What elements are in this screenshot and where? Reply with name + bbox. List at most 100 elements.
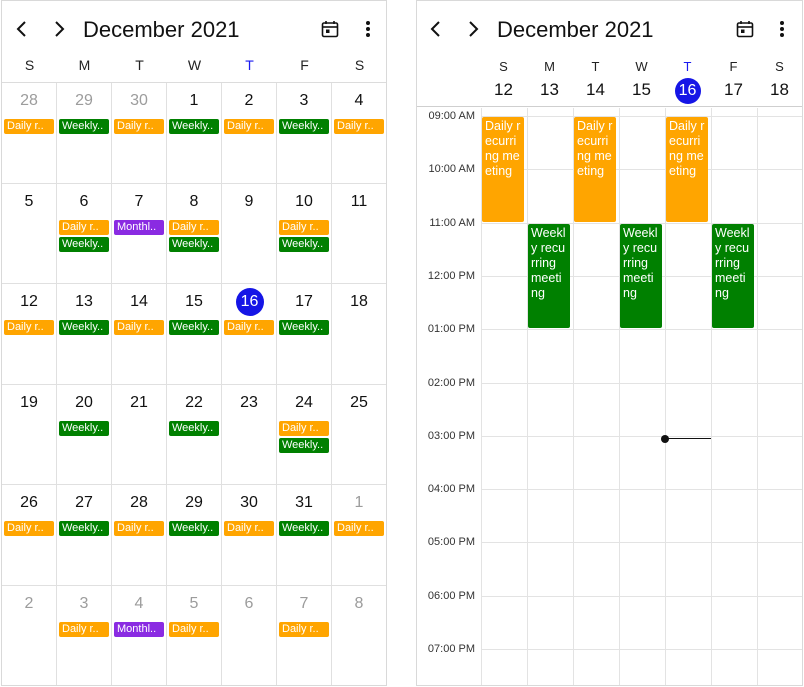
- daily-event-chip[interactable]: Daily r..: [279, 420, 329, 436]
- month-day-cell[interactable]: 15 Weekly..: [167, 284, 222, 385]
- month-day-cell[interactable]: 11: [332, 184, 386, 284]
- daily-event-chip[interactable]: Daily r..: [4, 119, 54, 134]
- month-day-cell[interactable]: 20 Weekly..: [57, 384, 112, 485]
- month-day-cell[interactable]: 27 Weekly..: [57, 485, 112, 586]
- month-day-cell[interactable]: 29 Weekly..: [167, 485, 222, 586]
- weekly-event-chip[interactable]: Weekly..: [169, 119, 219, 134]
- month-day-cell[interactable]: 8: [332, 586, 386, 686]
- daily-event-chip[interactable]: Daily r..: [114, 521, 164, 536]
- month-day-cell[interactable]: 29 Weekly..: [57, 83, 112, 184]
- daily-event-chip[interactable]: Daily r..: [224, 119, 274, 134]
- daily-event-chip[interactable]: Daily r..: [279, 621, 329, 637]
- weekly-event-chip[interactable]: Weekly..: [169, 320, 219, 335]
- month-day-cell[interactable]: 30 Daily r..: [112, 83, 167, 184]
- daily-event-chip[interactable]: Daily r..: [169, 219, 219, 235]
- weekly-event-chip[interactable]: Weekly..: [279, 236, 329, 252]
- month-day-cell[interactable]: 30 Daily r..: [222, 485, 277, 586]
- month-day-cell[interactable]: 7 Daily r..: [277, 585, 332, 685]
- week-day-header-16[interactable]: T 16: [665, 55, 710, 107]
- weekly-event-chip[interactable]: Weekly..: [59, 236, 109, 252]
- weekly-event-chip[interactable]: Weekly..: [279, 320, 329, 335]
- month-day-cell[interactable]: 10 Daily r.. Weekly..: [277, 183, 332, 284]
- weekly-event-chip[interactable]: Weekly..: [59, 521, 109, 536]
- weekly-event-chip[interactable]: Weekly..: [169, 521, 219, 536]
- weekly-event-chip[interactable]: Weekly..: [59, 119, 109, 134]
- more-options-button[interactable]: [771, 17, 793, 41]
- month-day-cell[interactable]: 25: [332, 385, 386, 485]
- monthly-event-chip[interactable]: Monthl..: [114, 621, 164, 637]
- daily-event-chip[interactable]: Daily r..: [59, 219, 109, 235]
- daily-event-chip[interactable]: Daily r..: [224, 521, 274, 536]
- month-day-cell[interactable]: 12 Daily r..: [2, 284, 57, 385]
- month-day-cell[interactable]: 28 Daily r..: [112, 485, 167, 586]
- month-day-cell[interactable]: 13 Weekly..: [57, 284, 112, 385]
- week-day-header-18[interactable]: S 18: [757, 55, 802, 107]
- weekly-event-chip[interactable]: Weekly..: [169, 236, 219, 252]
- today-button[interactable]: [734, 17, 756, 41]
- month-day-cell[interactable]: 22 Weekly..: [167, 384, 222, 485]
- daily-event-chip[interactable]: Daily r..: [224, 320, 274, 335]
- month-day-cell[interactable]: 19: [2, 384, 57, 485]
- daily-event-chip[interactable]: Daily r..: [59, 621, 109, 637]
- month-day-cell[interactable]: 1616Daily r..: [222, 284, 277, 385]
- daily-event-chip[interactable]: Daily r..: [4, 521, 54, 536]
- daily-event-chip[interactable]: Daily r..: [279, 219, 329, 235]
- month-day-cell[interactable]: 6: [222, 585, 277, 685]
- daily-event-chip[interactable]: Daily r..: [169, 621, 219, 637]
- week-day-header-13[interactable]: M 13: [527, 55, 572, 107]
- weekly-recurring-meeting-event[interactable]: Weekly recurring meeting: [528, 223, 570, 329]
- month-day-cell[interactable]: 8 Daily r.. Weekly..: [167, 183, 222, 284]
- weekly-event-chip[interactable]: Weekly..: [169, 420, 219, 436]
- next-week-button[interactable]: [460, 15, 486, 43]
- month-title[interactable]: December 2021: [83, 16, 240, 44]
- month-day-cell[interactable]: 23: [222, 384, 277, 485]
- previous-week-button[interactable]: [423, 15, 449, 43]
- month-day-cell[interactable]: 21: [112, 384, 167, 485]
- week-day-header-14[interactable]: T 14: [573, 55, 618, 107]
- month-day-cell[interactable]: 1 Daily r..: [332, 485, 386, 586]
- previous-month-button[interactable]: [9, 15, 35, 43]
- month-day-cell[interactable]: 6 Daily r.. Weekly..: [57, 183, 112, 284]
- month-day-cell[interactable]: 7 Monthl..: [112, 183, 167, 284]
- month-day-cell[interactable]: 4 Monthl..: [112, 585, 167, 685]
- week-day-header-15[interactable]: W 15: [619, 55, 664, 107]
- weekly-event-chip[interactable]: Weekly..: [279, 521, 329, 536]
- weekly-event-chip[interactable]: Weekly..: [279, 437, 329, 453]
- weekly-event-chip[interactable]: Weekly..: [279, 119, 329, 134]
- daily-event-chip[interactable]: Daily r..: [334, 521, 384, 536]
- today-button[interactable]: [319, 17, 341, 41]
- daily-recurring-meeting-event[interactable]: Daily recurring meeting: [574, 117, 616, 222]
- month-day-cell[interactable]: 4 Daily r..: [332, 83, 386, 184]
- next-month-button[interactable]: [46, 15, 72, 43]
- daily-event-chip[interactable]: Daily r..: [4, 320, 54, 335]
- week-day-header-17[interactable]: F 17: [711, 55, 756, 107]
- month-day-cell[interactable]: 2 Daily r..: [222, 83, 277, 184]
- more-options-button[interactable]: [357, 17, 379, 41]
- daily-recurring-meeting-event[interactable]: Daily recurring meeting: [666, 117, 708, 222]
- month-day-cell[interactable]: 3 Weekly..: [277, 83, 332, 184]
- daily-event-chip[interactable]: Daily r..: [114, 119, 164, 134]
- week-title[interactable]: December 2021: [497, 16, 654, 44]
- month-day-cell[interactable]: 14 Daily r..: [112, 284, 167, 385]
- month-day-cell[interactable]: 5 Daily r..: [167, 585, 222, 685]
- week-day-header-12[interactable]: S 12: [481, 55, 526, 107]
- weekly-recurring-meeting-event[interactable]: Weekly recurring meeting: [620, 223, 662, 329]
- daily-recurring-meeting-event[interactable]: Daily recurring meeting: [482, 117, 524, 222]
- month-day-cell[interactable]: 1 Weekly..: [167, 83, 222, 184]
- daily-event-chip[interactable]: Daily r..: [334, 119, 384, 134]
- month-day-cell[interactable]: 17 Weekly..: [277, 284, 332, 385]
- month-day-cell[interactable]: 2: [2, 585, 57, 685]
- month-day-cell[interactable]: 9: [222, 183, 277, 284]
- weekly-recurring-meeting-event[interactable]: Weekly recurring meeting: [712, 223, 754, 329]
- month-day-cell[interactable]: 28 Daily r..: [2, 83, 57, 184]
- weekly-event-chip[interactable]: Weekly..: [59, 320, 109, 335]
- month-day-cell[interactable]: 5: [2, 183, 57, 284]
- month-day-cell[interactable]: 24 Daily r.. Weekly..: [277, 384, 332, 485]
- month-day-cell[interactable]: 31 Weekly..: [277, 485, 332, 586]
- month-day-cell[interactable]: 3 Daily r..: [57, 585, 112, 685]
- weekly-event-chip[interactable]: Weekly..: [59, 420, 109, 436]
- month-day-cell[interactable]: 26 Daily r..: [2, 485, 57, 586]
- daily-event-chip[interactable]: Daily r..: [114, 320, 164, 335]
- monthly-event-chip[interactable]: Monthl..: [114, 219, 164, 235]
- month-day-cell[interactable]: 18: [332, 284, 386, 385]
